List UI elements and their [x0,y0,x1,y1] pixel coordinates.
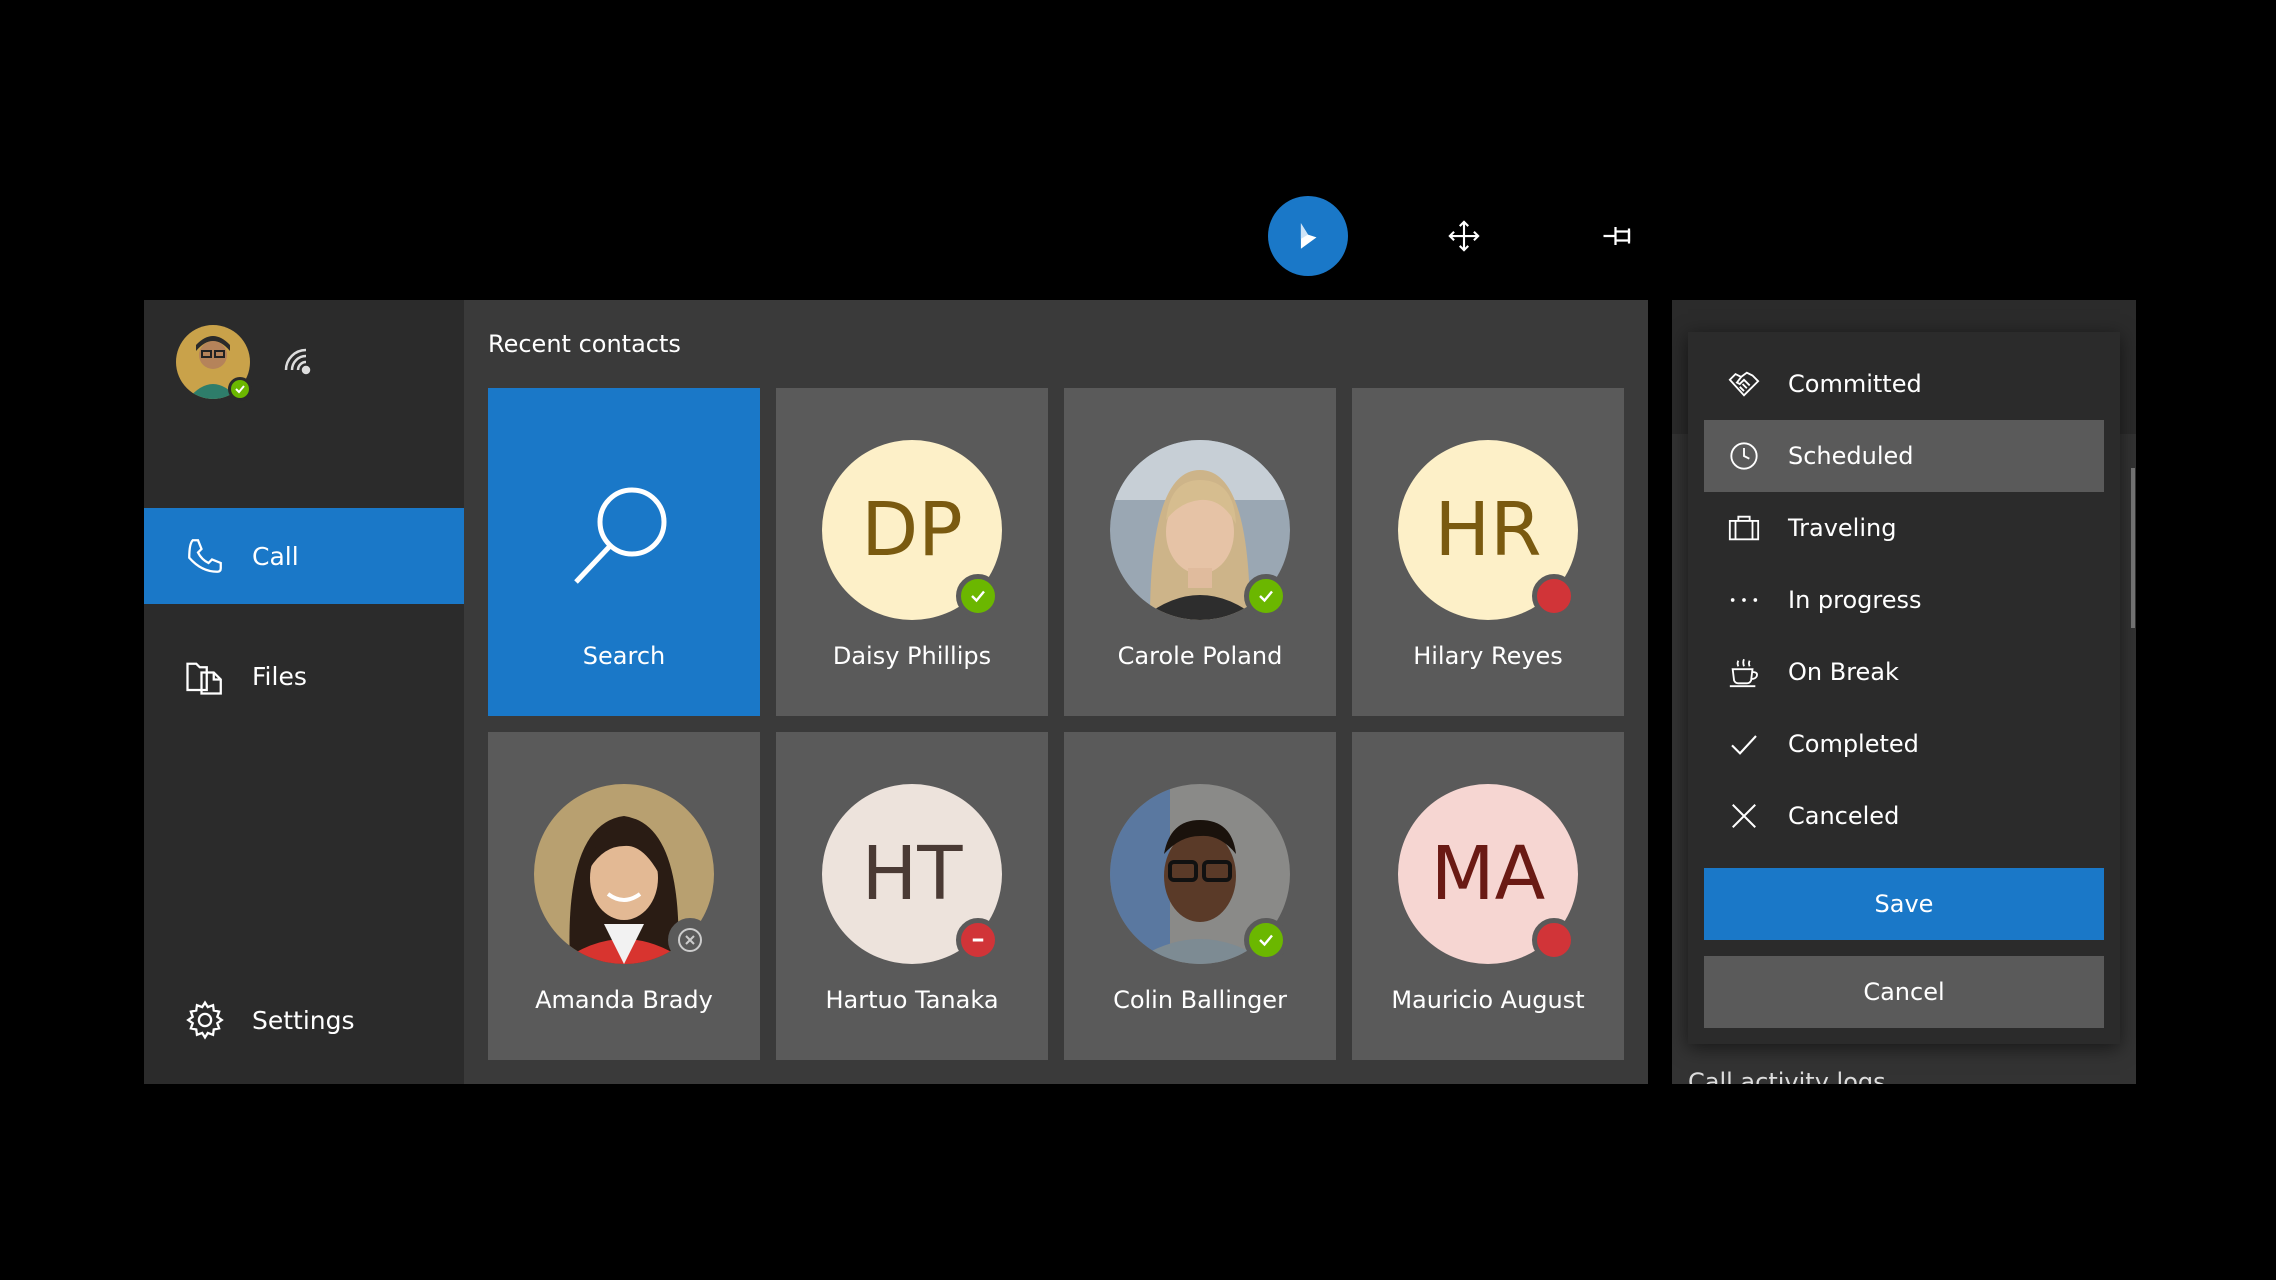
presence-available-icon [1244,918,1288,962]
close-icon [1726,798,1762,834]
presence-available-icon [1244,574,1288,618]
user-avatar[interactable] [176,325,252,401]
status-flyout-menu: Committed Scheduled Traveling In progres… [1688,332,2120,1044]
dynamics-button[interactable] [1268,196,1348,276]
menu-item-committed[interactable]: Committed [1704,348,2104,420]
contact-tile[interactable]: HT Hartuo Tanaka [776,732,1048,1060]
handshake-icon [1726,366,1762,402]
gear-icon [182,997,228,1043]
contact-name: Amanda Brady [535,986,713,1014]
presence-offline-icon [668,918,712,962]
nav-item-files[interactable]: Files [144,628,464,724]
contact-name: Carole Poland [1117,642,1283,670]
clock-icon [1726,438,1762,474]
menu-item-in-progress[interactable]: In progress [1704,564,2104,636]
contact-tile[interactable]: HR Hilary Reyes [1352,388,1624,716]
nav-item-call[interactable]: Call [144,508,464,604]
menu-item-label: Canceled [1788,802,1900,830]
user-presence-available-icon [228,377,252,401]
suitcase-icon [1726,510,1762,546]
search-label: Search [582,642,666,670]
contact-tile[interactable]: Carole Poland [1064,388,1336,716]
scrollbar[interactable] [2131,468,2135,628]
nav-item-settings[interactable]: Settings [144,972,464,1068]
checkmark-icon [1726,726,1762,762]
phone-icon [182,533,228,579]
menu-item-label: Scheduled [1788,442,1914,470]
presence-busy-icon [1532,918,1576,962]
contact-name: Daisy Phillips [832,642,992,670]
contact-name: Hilary Reyes [1413,642,1563,670]
presence-do-not-disturb-icon [956,918,1000,962]
contact-name: Colin Ballinger [1113,986,1287,1014]
contact-tile[interactable]: Amanda Brady [488,732,760,1060]
pin-button[interactable] [1594,210,1646,262]
menu-item-label: On Break [1788,658,1899,686]
menu-item-canceled[interactable]: Canceled [1704,780,2104,852]
nav-item-label: Call [252,541,299,571]
contact-tile[interactable]: Colin Ballinger [1064,732,1336,1060]
contact-name: Hartuo Tanaka [825,986,999,1014]
menu-item-scheduled[interactable]: Scheduled [1704,420,2104,492]
contact-tile[interactable]: MA Mauricio August [1352,732,1624,1060]
activity-panel: Call activity logs Committed Scheduled T… [1672,300,2136,1084]
files-icon [182,653,228,699]
contact-name: Mauricio August [1391,986,1585,1014]
menu-item-label: Completed [1788,730,1919,758]
section-title: Call activity logs [1688,1068,1886,1084]
menu-item-label: Committed [1788,370,1922,398]
cancel-button[interactable]: Cancel [1704,956,2104,1028]
menu-item-traveling[interactable]: Traveling [1704,492,2104,564]
left-navigation: Call Files Settings [144,300,464,1084]
connection-signal-icon [284,346,324,380]
search-icon [574,487,667,584]
menu-item-label: In progress [1788,586,1922,614]
coffee-icon [1726,654,1762,690]
menu-item-label: Traveling [1788,514,1897,542]
menu-item-completed[interactable]: Completed [1704,708,2104,780]
section-title: Recent contacts [488,330,681,358]
dynamics-icon [1300,223,1317,249]
move-button[interactable] [1438,210,1490,262]
search-tile[interactable]: Search [488,388,760,716]
move-icon [1448,220,1480,252]
pin-icon [1603,227,1631,245]
save-button[interactable]: Save [1704,868,2104,940]
nav-item-label: Settings [252,1005,355,1035]
more-dots-icon [1726,582,1762,618]
menu-item-on-break[interactable]: On Break [1704,636,2104,708]
presence-busy-icon [1532,574,1576,618]
contact-tile[interactable]: DP Daisy Phillips [776,388,1048,716]
nav-item-label: Files [252,661,307,691]
recent-contacts-panel: Recent contacts Search DP Daisy Phillips [464,300,1648,1084]
presence-available-icon [956,574,1000,618]
